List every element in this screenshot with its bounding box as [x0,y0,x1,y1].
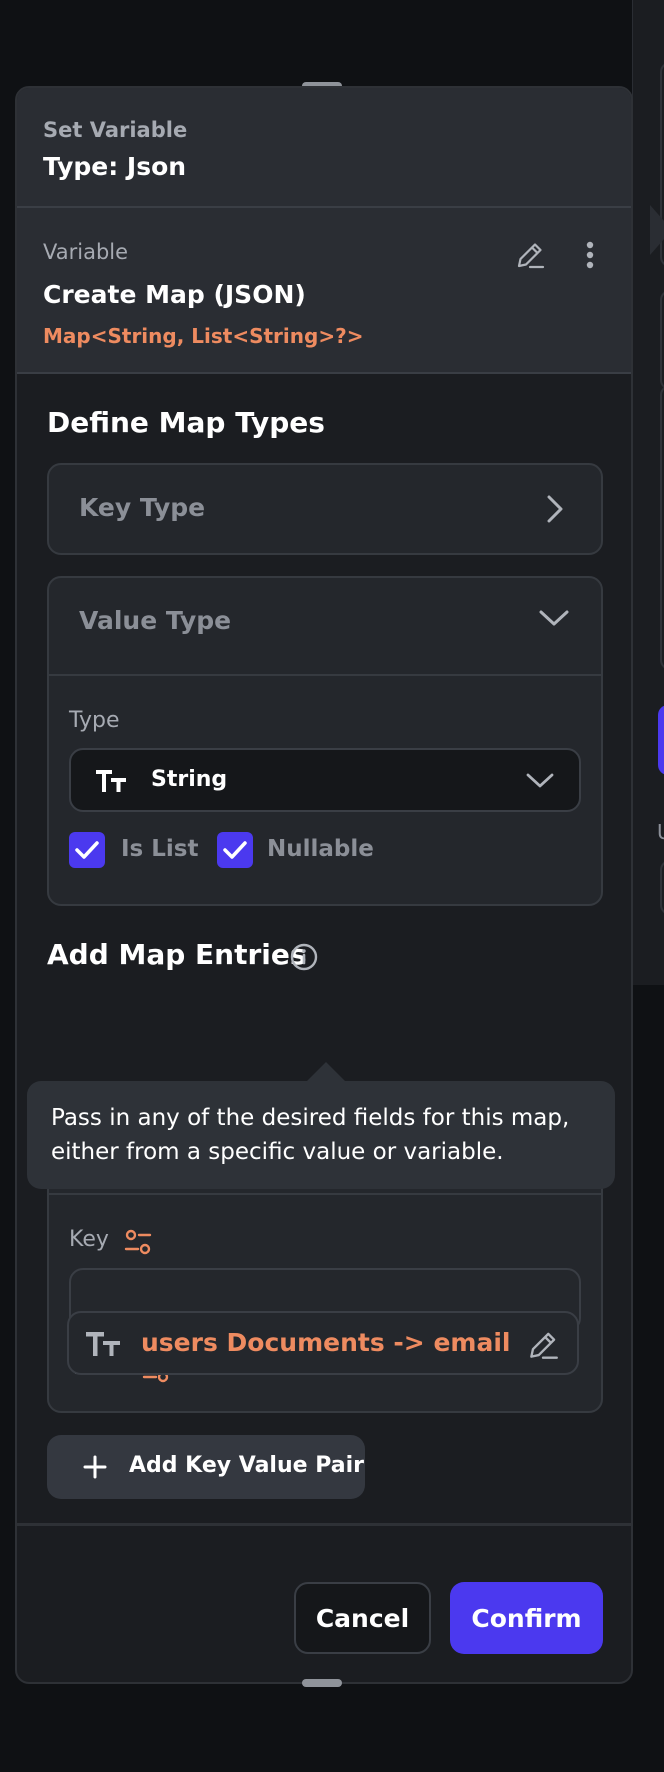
divider [49,1193,601,1195]
chevron-down-icon [525,770,555,796]
variable-label: Variable [43,240,129,264]
nullable-checkbox[interactable] [217,832,253,868]
pencil-icon[interactable] [525,1327,561,1367]
variable-source-icon[interactable] [123,1228,153,1262]
value-type-panel: Value Type Type String Is List Nullable [47,576,603,906]
variable-type: Map<String, List<String>?> [43,324,364,348]
tooltip-arrow [306,1062,346,1082]
nullable-label: Nullable [267,836,374,862]
action-header: Set Variable Type: Json [17,88,631,208]
value-text: users Documents -> email [141,1328,511,1357]
chevron-down-icon[interactable] [537,606,571,634]
value-type-label: Value Type [79,606,232,635]
key-type-row[interactable]: Key Type [47,463,603,555]
text-type-icon [95,768,129,798]
background-card [660,860,664,915]
type-select-value: String [151,767,228,792]
chevron-right-icon [543,491,567,531]
background-letter: U [657,820,664,844]
connector-arrow [650,205,664,255]
variable-name: Create Map (JSON) [43,280,306,309]
add-key-value-pair-button[interactable]: Add Key Value Pair [47,1435,365,1499]
plus-icon [83,1455,107,1483]
key-field-label: Key [69,1227,109,1252]
background-card [660,290,664,390]
key-type-label: Key Type [79,493,206,522]
bottom-drag-handle[interactable] [302,1679,342,1687]
action-label: Set Variable [43,118,188,142]
value-field[interactable]: users Documents -> email [67,1311,579,1375]
footer-divider [17,1523,631,1526]
action-type: Type: Json [43,152,187,181]
type-field-label: Type [69,708,120,733]
confirm-button[interactable]: Confirm [450,1582,603,1654]
is-list-label: Is List [121,836,199,862]
info-icon[interactable] [289,942,319,976]
type-select[interactable]: String [69,748,581,812]
text-type-icon [85,1330,123,1362]
divider [49,674,601,676]
check-icon [75,841,99,859]
variable-header: Variable Create Map (JSON) Map<String, L… [17,208,631,374]
info-tooltip: Pass in any of the desired fields for th… [27,1081,615,1189]
add-key-value-pair-label: Add Key Value Pair [129,1453,364,1478]
is-list-checkbox[interactable] [69,832,105,868]
background-accent-button[interactable] [658,705,664,775]
add-map-entries-title: Add Map Entries [47,938,307,971]
background-card [660,385,664,670]
more-vertical-icon[interactable] [583,238,597,276]
cancel-button[interactable]: Cancel [294,1582,431,1654]
check-icon [223,841,247,859]
tooltip-text: Pass in any of the desired fields for th… [51,1105,570,1165]
set-variable-card: Set Variable Type: Json Variable Create … [15,86,633,1684]
pencil-icon[interactable] [513,238,547,276]
define-map-types-title: Define Map Types [47,406,325,439]
